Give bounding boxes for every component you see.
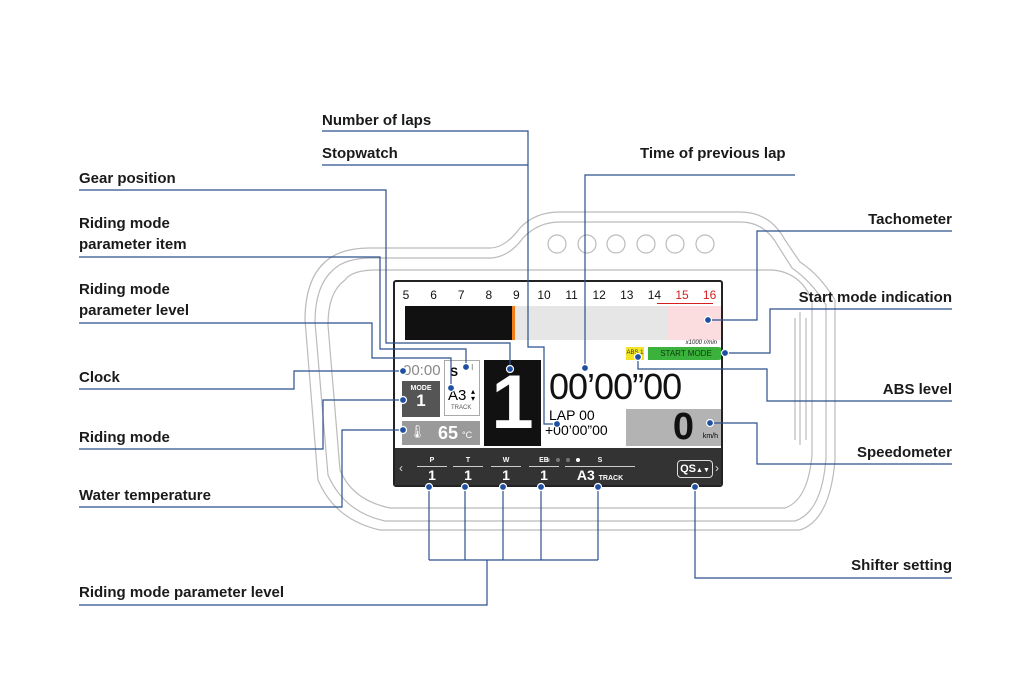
label-parameter-item-2: parameter item	[79, 236, 187, 253]
leader-start-mode	[725, 308, 952, 354]
label-clock: Clock	[79, 369, 120, 386]
label-speedometer: Speedometer	[856, 444, 952, 461]
label-parameter-item-1: Riding mode	[79, 215, 170, 232]
label-start-mode: Start mode indication	[798, 289, 952, 306]
dashboard-diagram: 5 6 7 8 9 10 11 12 13 14 15 16 x1000 r/min ABS 1 ST…	[0, 0, 1030, 687]
label-water-temperature: Water temperature	[79, 487, 211, 504]
dot-lap	[552, 419, 562, 429]
label-abs-level: ABS level	[882, 381, 952, 398]
label-parameter-level-bottom: Riding mode parameter level	[79, 584, 285, 601]
label-tachometer: Tachometer	[868, 211, 952, 228]
label-time-of-previous-lap: Time of previous lap	[640, 145, 786, 162]
label-shifter-setting: Shifter setting	[851, 557, 952, 574]
leader-parameter-level	[79, 322, 452, 388]
leader-time-of-previous-lap	[584, 174, 795, 368]
leader-number-of-laps	[322, 130, 557, 425]
label-stopwatch: Stopwatch	[322, 145, 398, 162]
label-riding-mode: Riding mode	[79, 429, 170, 446]
leader-clock	[79, 370, 403, 390]
label-gear-position: Gear position	[79, 170, 176, 187]
label-parameter-level-2: parameter level	[79, 302, 190, 319]
label-number-of-laps: Number of laps	[322, 112, 432, 129]
label-parameter-level-1: Riding mode	[79, 281, 170, 298]
